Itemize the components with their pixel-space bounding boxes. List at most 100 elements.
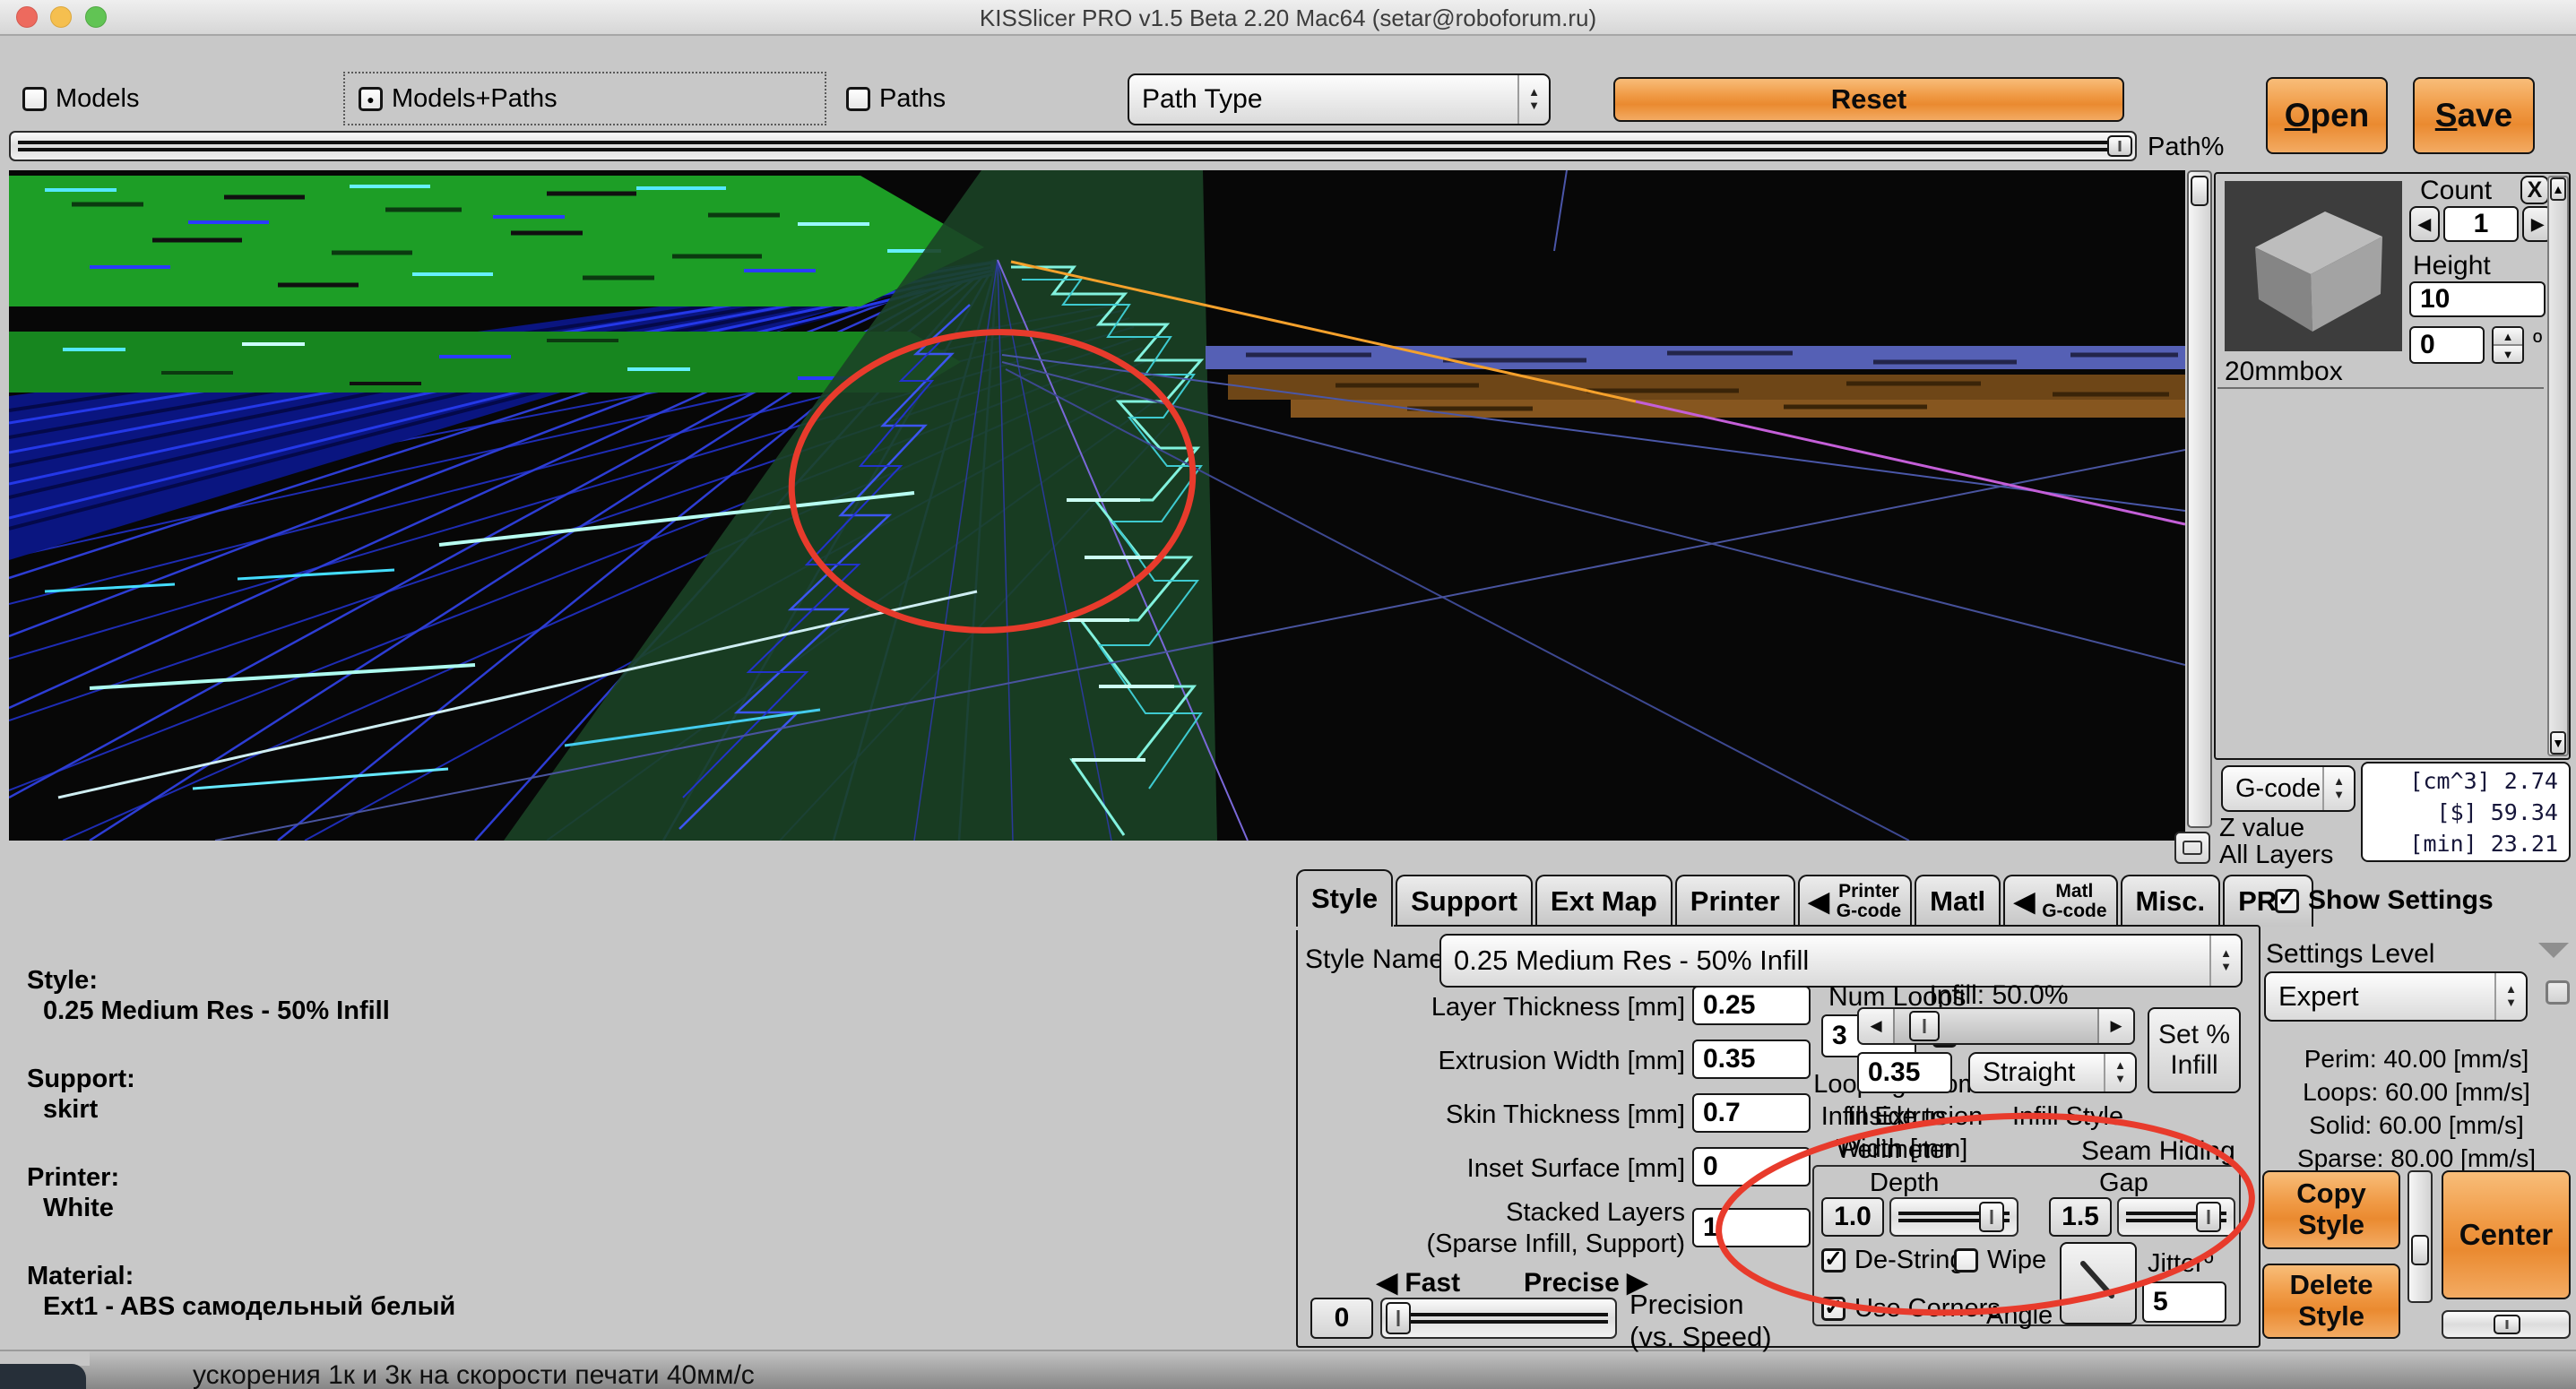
- angle-line-icon: [2062, 1244, 2135, 1323]
- dropdown-arrows-icon: [2104, 1054, 2135, 1091]
- paths-label: Paths: [879, 84, 946, 114]
- tab-ext-map[interactable]: Ext Map: [1535, 875, 1673, 927]
- style-name-label: Style Name: [1305, 945, 1444, 975]
- info-printer-label: Printer:: [27, 1163, 119, 1193]
- scroll-up-icon[interactable]: ▲: [2550, 177, 2566, 201]
- copy-style-button[interactable]: Copy Style: [2262, 1170, 2400, 1249]
- infill-slider-track[interactable]: [1895, 1009, 2097, 1043]
- rotation-spinner[interactable]: [2492, 326, 2524, 364]
- scroll-down-icon[interactable]: ▼: [2550, 731, 2566, 755]
- speed-perim: Perim: 40.00 [mm/s]: [2262, 1043, 2571, 1076]
- style-name-value: 0.25 Medium Res - 50% Infill: [1454, 945, 2209, 977]
- seam-gap-value: 1.5: [2049, 1197, 2112, 1237]
- reset-button[interactable]: Reset: [1613, 77, 2124, 122]
- count-field[interactable]: 1: [2443, 206, 2519, 242]
- slider-track-lines: [18, 141, 2128, 151]
- infill-slider[interactable]: [1857, 1007, 2135, 1045]
- speed-summary: Perim: 40.00 [mm/s] Loops: 60.00 [mm/s] …: [2262, 1043, 2571, 1176]
- style-horizontal-slider[interactable]: [2442, 1310, 2571, 1339]
- tab-matl[interactable]: Matl: [1915, 875, 2001, 927]
- info-printer-value: White: [43, 1194, 114, 1223]
- infill-style-dropdown[interactable]: Straight: [1968, 1052, 2137, 1093]
- tab-printer[interactable]: Printer: [1675, 875, 1795, 927]
- tab-misc[interactable]: Misc.: [2121, 875, 2221, 927]
- settings-level-value: Expert: [2278, 980, 2494, 1013]
- info-style-label: Style:: [27, 966, 98, 996]
- tab-style[interactable]: Style: [1296, 869, 1393, 927]
- info-material-value: Ext1 - ABS самодельный белый: [43, 1292, 455, 1322]
- height-field[interactable]: 10: [2409, 281, 2546, 317]
- fast-label: ◀ Fast: [1377, 1267, 1460, 1298]
- paths-checkbox[interactable]: [846, 87, 870, 111]
- models-checkbox[interactable]: [22, 87, 47, 111]
- extrusion-width-field[interactable]: 0.35: [1692, 1040, 1811, 1079]
- stacked-layers-field[interactable]: 1: [1692, 1208, 1811, 1247]
- save-button[interactable]: Save: [2413, 77, 2535, 154]
- path-percent-slider[interactable]: [9, 131, 2137, 161]
- dropdown-arrows-icon: [2494, 973, 2526, 1020]
- path-percent-slider-thumb[interactable]: [2107, 135, 2132, 157]
- spinner-down-icon[interactable]: [2494, 346, 2522, 362]
- center-button[interactable]: Center: [2442, 1170, 2571, 1299]
- open-button[interactable]: Open: [2266, 77, 2388, 154]
- skin-thickness-field[interactable]: 0.7: [1692, 1093, 1811, 1133]
- seam-gap-label: Gap: [2099, 1169, 2148, 1198]
- infill-slider-right-icon[interactable]: [2097, 1009, 2133, 1043]
- reset-button-label: Reset: [1831, 83, 1906, 116]
- dropdown-arrows-icon: [2322, 767, 2354, 810]
- chevron-down-icon[interactable]: [2538, 943, 2569, 958]
- viewport-zoom-slider[interactable]: [2187, 170, 2212, 828]
- style-vertical-slider-thumb[interactable]: [2411, 1235, 2429, 1265]
- models-paths-radio-row: Models+Paths: [359, 84, 558, 114]
- seam-gap-slider-thumb[interactable]: [2196, 1202, 2221, 1232]
- path-type-dropdown[interactable]: Path Type: [1128, 73, 1551, 125]
- show-settings-checkbox[interactable]: [2275, 889, 2299, 913]
- remove-model-button[interactable]: X: [2520, 176, 2549, 204]
- inset-surface-field[interactable]: 0: [1692, 1147, 1811, 1186]
- rotation-field[interactable]: 0: [2409, 326, 2485, 364]
- infill-slider-left-icon[interactable]: [1859, 1009, 1895, 1043]
- tab-printer-gcode[interactable]: ◀ PrinterG-code: [1798, 875, 1912, 927]
- speed-solid: Solid: 60.00 [mm/s]: [2262, 1109, 2571, 1143]
- layer-thickness-field[interactable]: 0.25: [1692, 986, 1811, 1025]
- seam-angle-button[interactable]: [2060, 1242, 2137, 1324]
- viewport-corner-button[interactable]: [2174, 832, 2210, 864]
- infill-extrusion-width-field[interactable]: 0.35: [1857, 1052, 1952, 1093]
- spinner-up-icon[interactable]: [2494, 328, 2522, 346]
- style-name-dropdown[interactable]: 0.25 Medium Res - 50% Infill: [1439, 934, 2243, 988]
- viewport-zoom-slider-thumb[interactable]: [2191, 176, 2209, 206]
- wipe-row: Wipe: [1954, 1246, 2046, 1275]
- horizon-band-blue: [1206, 346, 2185, 369]
- set-percent-infill-button[interactable]: Set % Infill: [2148, 1007, 2241, 1093]
- seam-depth-slider-thumb[interactable]: [1979, 1202, 2004, 1232]
- seam-gap-slider[interactable]: [2117, 1197, 2235, 1237]
- infill-slider-thumb[interactable]: [1909, 1011, 1940, 1041]
- dropdown-arrows-icon: [2209, 936, 2241, 986]
- wipe-checkbox[interactable]: [1954, 1248, 1978, 1273]
- delete-style-button[interactable]: Delete Style: [2262, 1264, 2400, 1339]
- seam-hiding-label: Seam Hiding: [2081, 1136, 2235, 1167]
- settings-level-checkbox[interactable]: [2546, 980, 2570, 1005]
- destring-checkbox[interactable]: [1821, 1248, 1846, 1273]
- slider-glyph-icon: [2183, 841, 2202, 855]
- models-paths-radio[interactable]: [359, 87, 383, 111]
- gcode-dropdown[interactable]: G-code: [2221, 765, 2356, 812]
- window-title: KISSlicer PRO v1.5 Beta 2.20 Mac64 (seta…: [0, 4, 2576, 32]
- model-list-scrollbar[interactable]: ▲ ▼: [2547, 176, 2569, 756]
- count-decrement-button[interactable]: ◀: [2409, 206, 2440, 242]
- settings-level-dropdown[interactable]: Expert: [2264, 971, 2528, 1022]
- model-name-label: 20mmbox: [2225, 357, 2343, 387]
- style-vertical-slider[interactable]: [2407, 1170, 2433, 1303]
- style-horizontal-slider-thumb[interactable]: [2494, 1315, 2520, 1334]
- precision-slider[interactable]: [1380, 1298, 1617, 1339]
- jitter-field[interactable]: 5: [2142, 1281, 2226, 1323]
- viewport-3d-canvas[interactable]: [9, 170, 2185, 841]
- precision-slider-thumb[interactable]: [1386, 1302, 1411, 1334]
- tab-matl-gcode[interactable]: ◀ MatlG-code: [2003, 875, 2117, 927]
- seam-depth-slider[interactable]: [1889, 1197, 2018, 1237]
- info-support-value: skirt: [43, 1095, 98, 1125]
- model-thumbnail[interactable]: [2225, 181, 2402, 351]
- settings-level-label: Settings Level: [2266, 939, 2434, 970]
- back-arrow-icon: ◀: [1809, 886, 1829, 918]
- tab-support[interactable]: Support: [1396, 875, 1533, 927]
